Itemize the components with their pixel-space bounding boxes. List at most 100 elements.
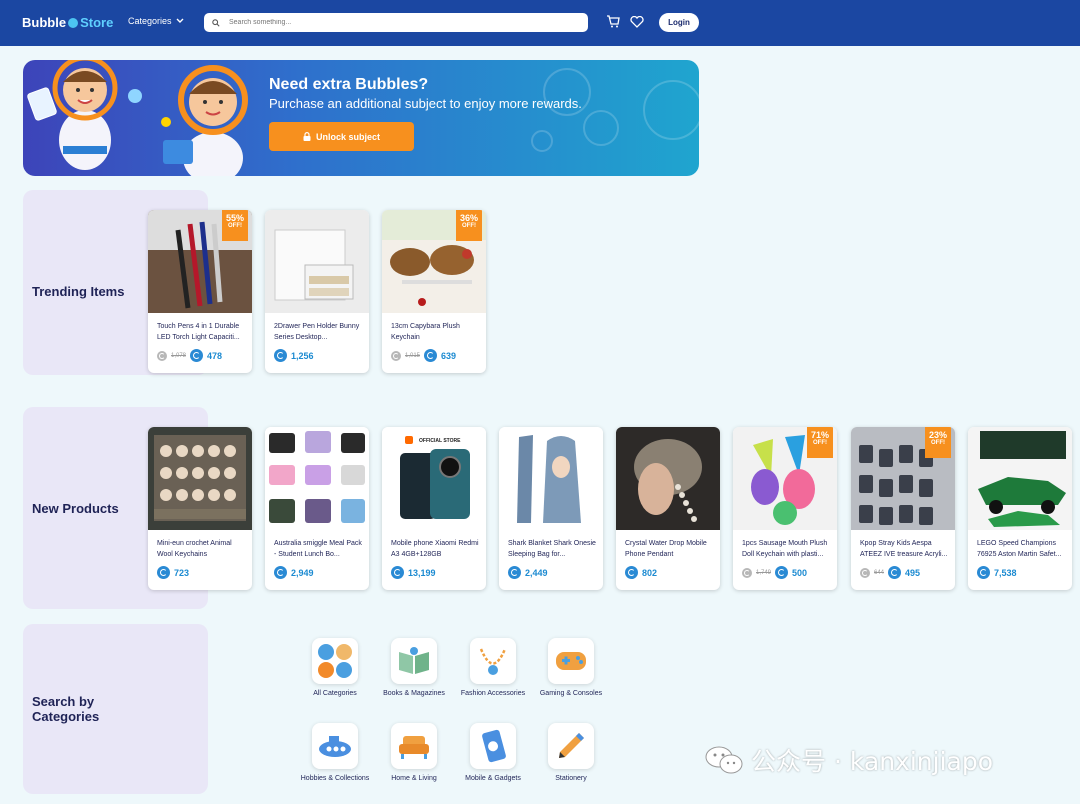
product-card[interactable]: Crystal Water Drop Mobile Phone Pendant … xyxy=(616,427,720,590)
categories-label: Categories xyxy=(128,16,172,26)
product-name: Kpop Stray Kids Aespa ATEEZ IVE treasure… xyxy=(860,540,948,558)
sale-price: 13,199 xyxy=(408,567,436,578)
product-prices: 644 495 xyxy=(860,566,920,579)
product-prices: 1,015 639 xyxy=(391,349,456,362)
category-label: All Categories xyxy=(313,690,357,697)
sale-price: 478 xyxy=(207,350,223,361)
product-card[interactable]: 23% OFF! Kpop Stray Kids Aespa ATEEZ IVE … xyxy=(851,427,955,590)
logo-text-store: Store xyxy=(80,15,114,30)
search-bar[interactable] xyxy=(204,13,588,32)
bubble-coin-icon xyxy=(274,349,287,362)
category-fashion-accessories[interactable]: Fashion Accessories xyxy=(453,638,533,699)
product-name: Mini-eun crochet Animal Wool Keychains xyxy=(157,540,232,558)
category-mobile-gadgets[interactable]: Mobile & Gadgets xyxy=(453,723,533,784)
categories-dropdown[interactable]: Categories xyxy=(128,16,184,26)
sale-price: 495 xyxy=(905,567,921,578)
product-card[interactable]: 36% OFF! 13cm Capybara Plush Keychain 1,0… xyxy=(382,210,486,373)
product-prices: 2,949 xyxy=(274,566,314,579)
category-hobbies-collections[interactable]: Hobbies & Collections xyxy=(295,723,375,784)
cart-icon[interactable] xyxy=(606,15,620,28)
bubble-store-logo[interactable]: Bubble Store xyxy=(22,15,113,30)
bubble-coin-icon xyxy=(860,567,870,578)
book-icon xyxy=(391,638,437,684)
product-prices: 2,449 xyxy=(508,566,548,579)
discount-badge: 71% OFF! xyxy=(807,427,833,458)
original-price: 1,015 xyxy=(405,352,421,359)
promo-banner: Need extra Bubbles? Purchase an addition… xyxy=(23,60,699,176)
sale-price: 7,538 xyxy=(994,567,1017,578)
sale-price: 1,256 xyxy=(291,350,314,361)
product-card[interactable]: OFFICIAL STORE Mobile phone Xiaomi Redmi… xyxy=(382,427,486,590)
wechat-watermark: 公众号 · kanxinjiapo xyxy=(705,742,993,778)
categories-title: Search by Categories xyxy=(32,694,99,724)
discount-badge: 36% OFF! xyxy=(456,210,482,241)
drawer-pen-holder-image xyxy=(265,210,369,313)
banner-bubble-decoration xyxy=(583,110,619,146)
search-icon xyxy=(212,18,220,27)
unlock-subject-label: Unlock subject xyxy=(315,131,380,142)
sale-price: 500 xyxy=(792,567,808,578)
crochet-keychains-image xyxy=(148,427,252,530)
banner-subtitle: Purchase an additional subject to enjoy … xyxy=(269,96,582,111)
logo-bubble-dot xyxy=(68,17,79,28)
product-prices: 802 xyxy=(625,566,657,579)
search-input[interactable] xyxy=(229,19,559,26)
bubble-coin-icon xyxy=(391,350,401,361)
category-label: Gaming & Consoles xyxy=(539,690,603,697)
category-home-living[interactable]: Home & Living xyxy=(374,723,454,784)
category-books-magazines[interactable]: Books & Magazines xyxy=(374,638,454,699)
bubble-coin-icon xyxy=(625,566,638,579)
category-gaming-consoles[interactable]: Gaming & Consoles xyxy=(531,638,611,699)
product-prices: 1,256 xyxy=(274,349,314,362)
product-card[interactable]: LEGO Speed Champions 76925 Aston Martin … xyxy=(968,427,1072,590)
bubble-coin-icon xyxy=(888,566,902,579)
product-name: LEGO Speed Champions 76925 Aston Martin … xyxy=(977,540,1062,558)
product-prices: 1,749 500 xyxy=(742,566,807,579)
pencil-icon xyxy=(548,723,594,769)
heart-icon[interactable] xyxy=(630,16,644,28)
product-name: Australia smiggle Meal Pack - Student Lu… xyxy=(274,540,362,558)
sale-price: 2,949 xyxy=(291,567,314,578)
new-products-title: New Products xyxy=(32,501,119,516)
category-label: Hobbies & Collections xyxy=(300,775,370,782)
bubble-coin-icon xyxy=(508,566,521,579)
product-name: Shark Blanket Shark Onesie Sleeping Bag … xyxy=(508,540,596,558)
product-card[interactable]: Mini-eun crochet Animal Wool Keychains 7… xyxy=(148,427,252,590)
necklace-icon xyxy=(470,638,516,684)
product-name: 2Drawer Pen Holder Bunny Series Desktop.… xyxy=(274,323,360,341)
original-price: 1,749 xyxy=(756,569,772,576)
top-navbar: Bubble Store Categories Login xyxy=(0,0,1080,46)
smartphone-icon xyxy=(470,723,516,769)
product-prices: 13,199 xyxy=(391,566,436,579)
product-card[interactable]: 55% OFF! Touch Pens 4 in 1 Durable LED To… xyxy=(148,210,252,373)
category-stationery[interactable]: Stationery xyxy=(531,723,611,784)
wechat-logo-icon xyxy=(705,746,743,774)
category-label: Stationery xyxy=(555,775,587,782)
bubble-coin-icon xyxy=(157,566,170,579)
categories-title-line2: Categories xyxy=(32,709,100,724)
product-card[interactable]: 2Drawer Pen Holder Bunny Series Desktop.… xyxy=(265,210,369,373)
product-prices: 7,538 xyxy=(977,566,1017,579)
banner-title: Need extra Bubbles? xyxy=(269,76,429,93)
bubble-coin-icon xyxy=(775,566,789,579)
category-label: Fashion Accessories xyxy=(460,690,526,697)
category-label: Mobile & Gadgets xyxy=(465,775,521,782)
official-store-label: OFFICIAL STORE xyxy=(419,438,461,444)
sofa-icon xyxy=(391,723,437,769)
unlock-subject-button[interactable]: Unlock subject xyxy=(269,122,414,151)
product-card[interactable]: 71% OFF! 1pcs Sausage Mouth Plush Doll Ke… xyxy=(733,427,837,590)
sale-price: 723 xyxy=(174,567,190,578)
original-price: 644 xyxy=(874,569,885,576)
discount-badge: 23% OFF! xyxy=(925,427,951,458)
bubble-coin-icon xyxy=(391,566,404,579)
product-name: 1pcs Sausage Mouth Plush Doll Keychain w… xyxy=(742,540,828,558)
search-by-categories-panel: Search by Categories xyxy=(23,624,208,794)
category-all-categories[interactable]: All Categories xyxy=(295,638,375,699)
product-card[interactable]: Australia smiggle Meal Pack - Student Lu… xyxy=(265,427,369,590)
sale-price: 639 xyxy=(441,350,457,361)
product-name: Crystal Water Drop Mobile Phone Pendant xyxy=(625,540,707,558)
login-button[interactable]: Login xyxy=(659,13,699,32)
submarine-icon xyxy=(312,723,358,769)
category-label: Books & Magazines xyxy=(383,690,445,697)
product-card[interactable]: Shark Blanket Shark Onesie Sleeping Bag … xyxy=(499,427,603,590)
